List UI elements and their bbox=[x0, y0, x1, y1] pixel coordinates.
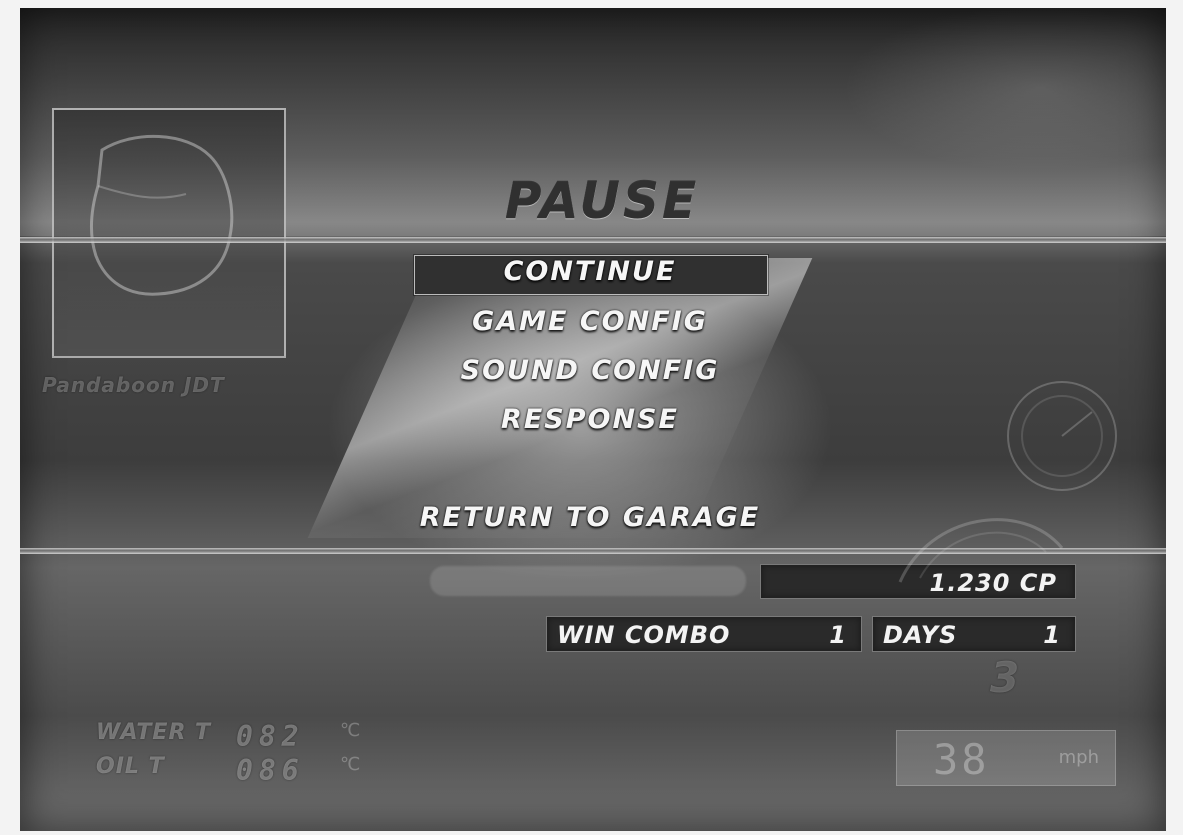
sound-config-menu-item[interactable]: SOUND CONFIG bbox=[400, 355, 780, 386]
win-combo-panel: WIN COMBO 1 bbox=[546, 616, 862, 652]
days-panel: DAYS 1 bbox=[872, 616, 1076, 652]
days-value: 1 bbox=[1043, 621, 1061, 649]
light-streak bbox=[307, 258, 813, 538]
game-screen: PAUSE CONTINUE GAME CONFIG SOUND CONFIG … bbox=[20, 8, 1166, 831]
water-temp-label: WATER T bbox=[96, 720, 212, 745]
days-label: DAYS bbox=[883, 621, 958, 649]
course-map-panel bbox=[52, 108, 286, 358]
game-config-menu-item[interactable]: GAME CONFIG bbox=[400, 306, 780, 337]
speed-arc-icon bbox=[898, 518, 1064, 583]
win-combo-value: 1 bbox=[829, 621, 847, 649]
speedometer-panel: 38 mph bbox=[896, 730, 1116, 786]
course-map-icon bbox=[90, 134, 234, 296]
water-temp-value: 082 bbox=[236, 720, 305, 753]
water-temp-unit: ℃ bbox=[340, 720, 361, 741]
continue-menu-item[interactable]: CONTINUE bbox=[400, 256, 780, 287]
oil-temp-unit: ℃ bbox=[340, 754, 361, 775]
oil-temp-value: 086 bbox=[236, 754, 305, 787]
response-menu-item[interactable]: RESPONSE bbox=[400, 404, 780, 435]
car-name-ghost: Pandaboon JDT bbox=[42, 373, 225, 397]
speed-unit: mph bbox=[1058, 747, 1099, 768]
pause-title: PAUSE bbox=[504, 172, 700, 230]
return-to-garage-menu-item[interactable]: RETURN TO GARAGE bbox=[400, 502, 780, 533]
faded-status-strip bbox=[430, 566, 746, 596]
gear-indicator: 3 bbox=[990, 653, 1021, 702]
tachometer-icon bbox=[1007, 381, 1117, 491]
top-divider bbox=[20, 237, 1166, 243]
speed-value: 38 bbox=[933, 735, 990, 784]
win-combo-label: WIN COMBO bbox=[557, 621, 731, 649]
oil-temp-label: OIL T bbox=[96, 754, 165, 779]
